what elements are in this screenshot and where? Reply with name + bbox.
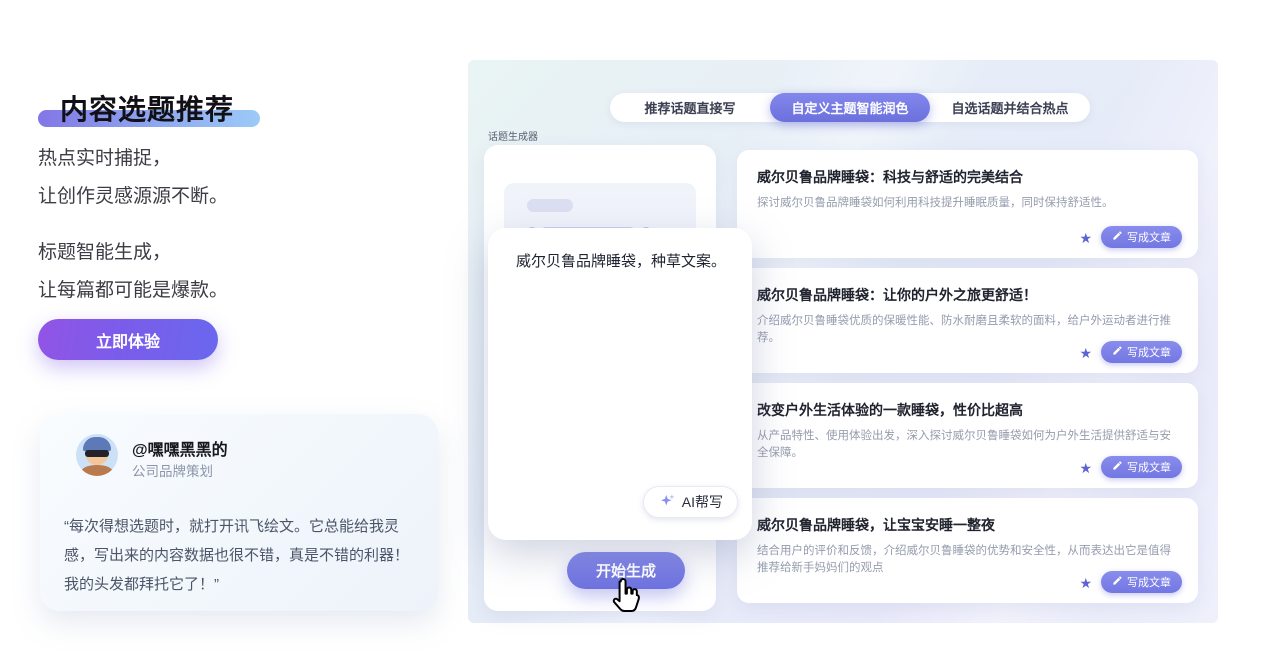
pencil-icon — [1112, 345, 1123, 359]
write-article-button[interactable]: 写成文章 — [1101, 341, 1182, 363]
topic-card: 威尔贝鲁品牌睡袋：科技与舒适的完美结合 探讨威尔贝鲁品牌睡袋如何利用科技提升睡眠… — [737, 150, 1198, 258]
favorite-star-icon[interactable]: ★ — [1079, 231, 1092, 245]
tagline-line: 标题智能生成， — [38, 234, 228, 272]
avatar-jacket — [81, 465, 113, 476]
topic-card-title: 威尔贝鲁品牌睡袋：让你的户外之旅更舒适！ — [757, 285, 1178, 305]
try-now-button[interactable]: 立即体验 — [38, 319, 218, 360]
avatar-hat — [83, 437, 111, 451]
topic-input-popup: 威尔贝鲁品牌睡袋，种草文案。 AI帮写 — [488, 228, 752, 540]
page: 内容选题推荐 热点实时捕捉， 让创作灵感源源不断。 标题智能生成， 让每篇都可能… — [0, 0, 1268, 663]
testimonial-card: @嘿嘿黑黑的 公司品牌策划 “每次得想选题时，就打开讯飞绘文。它总能给我灵感，写… — [40, 414, 438, 611]
ai-write-label: AI帮写 — [682, 492, 723, 512]
favorite-star-icon[interactable]: ★ — [1079, 576, 1092, 590]
topic-card: 威尔贝鲁品牌睡袋，让宝宝安睡一整夜 结合用户的评价和反馈，介绍威尔贝鲁睡袋的优势… — [737, 498, 1198, 603]
tagline-line: 让每篇都可能是爆款。 — [38, 272, 228, 310]
topic-input-text: 威尔贝鲁品牌睡袋，种草文案。 — [516, 250, 730, 274]
start-generate-button[interactable]: 开始生成 — [567, 552, 685, 589]
tab-recommended-topics[interactable]: 推荐话题直接写 — [610, 93, 770, 122]
hero-title-wrap: 内容选题推荐 — [38, 88, 234, 128]
pencil-icon — [1112, 230, 1123, 244]
avatar-sunglasses — [85, 450, 109, 457]
skeleton-bar — [527, 199, 573, 212]
write-article-label: 写成文章 — [1127, 574, 1171, 590]
topic-card-title: 威尔贝鲁品牌睡袋，让宝宝安睡一整夜 — [757, 515, 1178, 535]
pencil-icon — [1112, 575, 1123, 589]
testimonial-quote: “每次得想选题时，就打开讯飞绘文。它总能给我灵感，写出来的内容数据也很不错，真是… — [64, 512, 418, 599]
ai-write-button[interactable]: AI帮写 — [643, 486, 738, 518]
sparkle-icon — [658, 492, 676, 513]
topic-generator-label: 话题生成器 — [488, 128, 538, 143]
hero-tagline-1: 热点实时捕捉， 让创作灵感源源不断。 — [38, 140, 228, 216]
write-article-button[interactable]: 写成文章 — [1101, 456, 1182, 478]
mode-tab-bar: 推荐话题直接写 自定义主题智能润色 自选话题并结合热点 — [610, 93, 1090, 122]
tab-custom-theme-polish[interactable]: 自定义主题智能润色 — [770, 93, 930, 122]
favorite-star-icon[interactable]: ★ — [1079, 346, 1092, 360]
tagline-line: 让创作灵感源源不断。 — [38, 178, 228, 216]
write-article-label: 写成文章 — [1127, 229, 1171, 245]
write-article-button[interactable]: 写成文章 — [1101, 226, 1182, 248]
pencil-icon — [1112, 460, 1123, 474]
topic-card-title: 威尔贝鲁品牌睡袋：科技与舒适的完美结合 — [757, 167, 1178, 187]
page-title: 内容选题推荐 — [60, 88, 234, 128]
favorite-star-icon[interactable]: ★ — [1079, 461, 1092, 475]
hero-tagline-2: 标题智能生成， 让每篇都可能是爆款。 — [38, 234, 228, 310]
topic-card-desc: 探讨威尔贝鲁品牌睡袋如何利用科技提升睡眠质量，同时保持舒适性。 — [757, 195, 1180, 212]
write-article-button[interactable]: 写成文章 — [1101, 571, 1182, 593]
topic-card: 威尔贝鲁品牌睡袋：让你的户外之旅更舒适！ 介绍威尔贝鲁睡袋优质的保暖性能、防水耐… — [737, 268, 1198, 373]
write-article-label: 写成文章 — [1127, 459, 1171, 475]
topic-card-title: 改变户外生活体验的一款睡袋，性价比超高 — [757, 400, 1178, 420]
tab-chosen-topic-hotspots[interactable]: 自选话题并结合热点 — [930, 93, 1090, 122]
avatar — [76, 434, 118, 476]
topic-card: 改变户外生活体验的一款睡袋，性价比超高 从产品特性、使用体验出发，深入探讨威尔贝… — [737, 383, 1198, 488]
demo-panel: 推荐话题直接写 自定义主题智能润色 自选话题并结合热点 话题生成器 威尔贝鲁品牌… — [468, 60, 1218, 623]
testimonial-handle: @嘿嘿黑黑的 — [132, 436, 228, 460]
tagline-line: 热点实时捕捉， — [38, 140, 228, 178]
write-article-label: 写成文章 — [1127, 344, 1171, 360]
testimonial-role: 公司品牌策划 — [132, 460, 213, 480]
